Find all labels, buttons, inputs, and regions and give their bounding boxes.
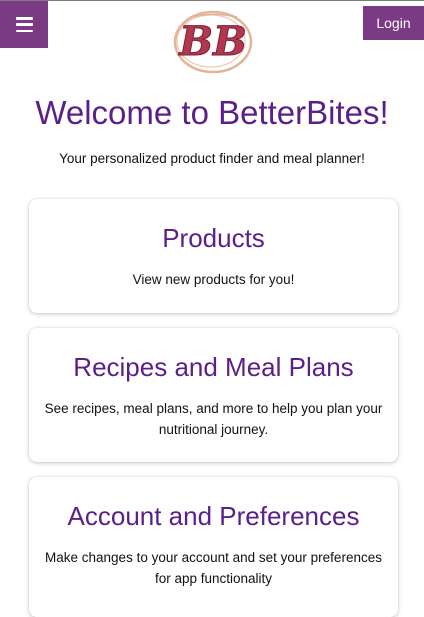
account-card-description: Make changes to your account and set you… [45,550,382,586]
logo-text: BB [178,18,247,65]
menu-button[interactable] [0,1,48,48]
products-card[interactable]: Products View new products for you! [29,199,398,313]
products-card-title: Products [162,223,265,253]
app-logo: BB [173,10,253,74]
recipes-card-title: Recipes and Meal Plans [73,352,354,382]
account-card[interactable]: Account and Preferences Make changes to … [29,477,398,617]
products-card-description: View new products for you! [132,272,295,287]
recipes-card[interactable]: Recipes and Meal Plans See recipes, meal… [29,328,398,462]
recipes-card-description: See recipes, meal plans, and more to hel… [44,401,383,437]
page-title: Welcome to BetterBites! [35,94,389,131]
hamburger-menu-icon [15,17,33,32]
account-card-title: Account and Preferences [67,501,360,531]
tagline: Your personalized product finder and mea… [59,151,365,166]
login-button[interactable]: Login [363,6,424,40]
